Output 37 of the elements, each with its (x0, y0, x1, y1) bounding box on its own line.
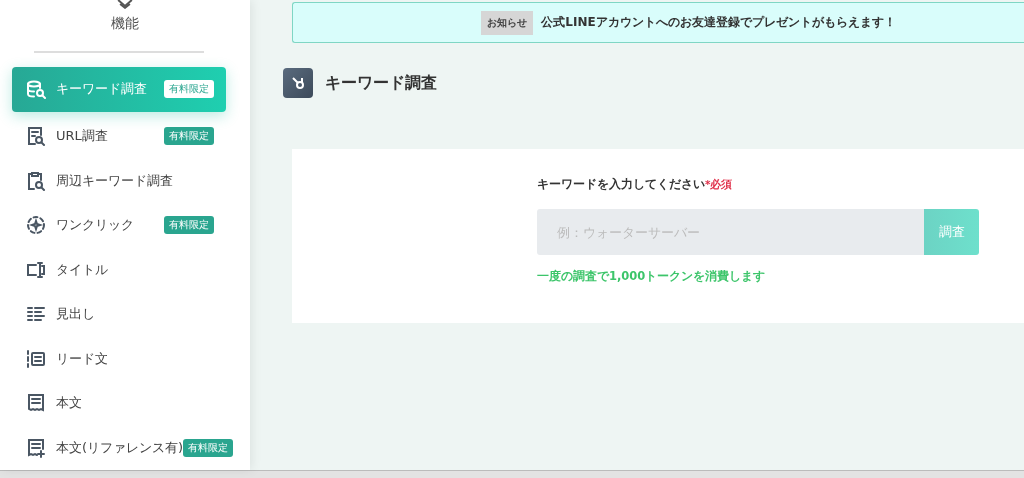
notice-tag: お知らせ (481, 10, 534, 35)
sidebar-item-label: 周辺キーワード調査 (56, 171, 174, 190)
sidebar-item-label: 本文 (56, 394, 83, 413)
lead-text-icon (26, 348, 46, 369)
sidebar-item-label: 本文(リファレンス有) (56, 438, 184, 457)
sidebar-item[interactable]: タイトル (12, 247, 226, 292)
paid-only-badge: 有料限定 (164, 80, 214, 99)
clipboard-search-icon (26, 170, 46, 191)
receipt-add-icon (26, 437, 46, 458)
page-title: キーワード調査 (325, 72, 437, 94)
sidebar-item[interactable]: ワンクリック 有料限定 (12, 202, 226, 248)
sidebar-item-label: ワンクリック (56, 216, 135, 235)
sidebar-item[interactable]: 見出し (12, 291, 226, 337)
layers-icon (116, 0, 134, 9)
hub-icon (283, 68, 313, 98)
sidebar-item[interactable]: 本文 (12, 380, 226, 426)
sidebar-item-label: タイトル (56, 260, 109, 279)
sidebar-item[interactable]: 周辺キーワード調査 (12, 158, 226, 203)
notice-text: 公式LINEアカウントへのお友達登録でプレゼントがもらえます！ (541, 14, 896, 31)
sidebar-item[interactable]: URL調査 有料限定 (12, 113, 226, 159)
sidebar-item-label: リード文 (56, 349, 109, 368)
token-hint: 一度の調査で1,000トークンを消費します (537, 269, 767, 284)
paid-only-badge: 有料限定 (164, 127, 214, 146)
paid-only-badge: 有料限定 (183, 438, 234, 457)
paid-only-badge: 有料限定 (164, 216, 214, 235)
sidebar-item-label: URL調査 (56, 127, 109, 146)
field-label: キーワードを入力してください*必須 (537, 177, 734, 192)
sidebar-item[interactable]: リード文 (12, 336, 226, 381)
receipt-icon (26, 393, 46, 414)
text-cursor-icon (26, 259, 46, 280)
sidebar-item-label: キーワード調査 (56, 80, 148, 99)
sparkle-circle-icon (26, 215, 46, 236)
document-search-icon (26, 126, 46, 147)
sidebar-item[interactable]: 本文(リファレンス有) 有料限定 (12, 425, 246, 470)
database-search-icon (26, 79, 46, 100)
sidebar-heading: 機能 (111, 14, 139, 33)
sidebar-item-label: 見出し (56, 305, 96, 324)
